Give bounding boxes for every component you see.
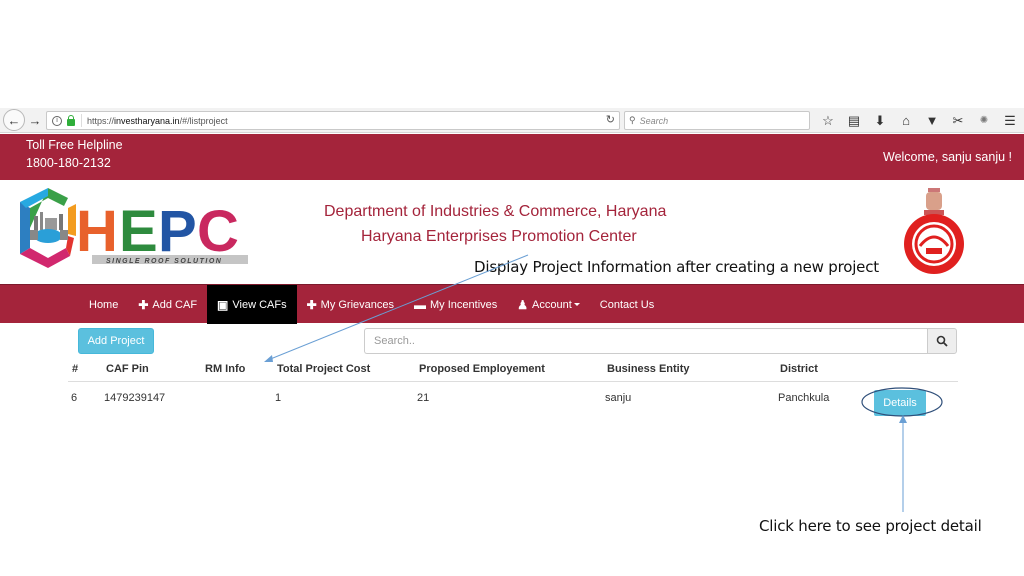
- haryana-emblem: [904, 188, 964, 274]
- url-text: https://investharyana.in/#/listproject: [87, 116, 228, 126]
- nav-contact-us[interactable]: Contact Us: [590, 285, 664, 324]
- emblem-center: [926, 248, 942, 254]
- plus-icon: ✚: [306, 297, 317, 312]
- forward-button[interactable]: →: [27, 111, 43, 129]
- annotation-display-info: Display Project Information after creati…: [474, 258, 879, 276]
- logo-letter-e: E: [119, 199, 158, 264]
- col-proposed-employment: Proposed Employement: [419, 363, 545, 375]
- logo-letter-h: H: [76, 199, 118, 264]
- emblem-lions-top: [928, 188, 940, 192]
- browser-toolbar: ← → i https://investharyana.in/#/listpro…: [0, 108, 1024, 133]
- col-business-entity: Business Entity: [607, 363, 690, 375]
- nav-home-label: Home: [89, 298, 119, 311]
- logo-letter-p: P: [158, 199, 197, 264]
- logo-hex-cyan: [20, 188, 48, 208]
- nav-account[interactable]: ♟ Account: [507, 285, 590, 324]
- search-icon: ⚲: [629, 115, 636, 125]
- screenshot-icon[interactable]: ✂: [945, 113, 971, 129]
- logo-factory-chimney-2: [59, 214, 63, 230]
- logo-factory: [34, 216, 38, 230]
- annotation-click-details: Click here to see project detail: [759, 517, 982, 535]
- welcome-message: Welcome, sanju sanju !: [883, 150, 1012, 164]
- reading-list-icon[interactable]: ▤: [841, 113, 867, 129]
- lock-icon: [67, 114, 75, 126]
- nav-add-caf-label: Add CAF: [152, 298, 198, 311]
- helpline-number: 1800-180-2132: [26, 156, 111, 170]
- col-district: District: [780, 363, 818, 375]
- browser-toolbar-icons: ☆ ▤ ⬇ ⌂ ▼ ✂ ✺ ☰: [815, 110, 1023, 131]
- url-prefix: https://: [87, 115, 115, 126]
- url-domain: investharyana.in: [114, 115, 180, 126]
- table-row: 6 1479239147 1 21 sanju Panchkula Detail…: [68, 382, 958, 416]
- url-path: /#/listproject: [179, 115, 228, 126]
- logo-sleeve-right: [60, 230, 68, 240]
- logo-sleeve-left: [30, 230, 38, 240]
- cell-total-project-cost: 1: [275, 392, 282, 404]
- center-title: Haryana Enterprises Promotion Center: [361, 228, 637, 245]
- nav-contact-us-label: Contact Us: [599, 298, 655, 311]
- arrow-head-icon: [899, 415, 907, 423]
- cell-proposed-employment: 21: [417, 392, 430, 404]
- nav-home[interactable]: Home: [79, 285, 128, 324]
- table-header: # CAF Pin RM Info Total Project Cost Pro…: [68, 356, 958, 382]
- nav-items: Home ✚ Add CAF ▣ View CAFs ✚ My Grievanc…: [79, 285, 664, 324]
- col-rm-info: RM Info: [205, 363, 246, 375]
- logo-handshake: [34, 229, 62, 243]
- menu-icon[interactable]: ☰: [997, 113, 1023, 129]
- nav-view-cafs-label: View CAFs: [232, 298, 287, 311]
- inbox-icon: ▣: [217, 297, 229, 312]
- nav-view-cafs[interactable]: ▣ View CAFs: [207, 285, 297, 324]
- caret-down-icon: [573, 303, 580, 306]
- star-icon[interactable]: ☆: [815, 113, 841, 129]
- nav-add-caf[interactable]: ✚ Add CAF: [128, 285, 207, 324]
- divider: [81, 114, 82, 127]
- arrow-left-icon: ←: [7, 112, 21, 128]
- browser-search-bar[interactable]: ⚲ Search: [624, 111, 810, 130]
- download-icon[interactable]: ⬇: [867, 113, 893, 129]
- search-button[interactable]: [927, 328, 957, 354]
- browser-search-placeholder: Search: [639, 115, 669, 126]
- nav-my-incentives[interactable]: ▬ My Incentives: [404, 285, 507, 324]
- col-caf-pin: CAF Pin: [106, 363, 149, 375]
- helpline-bar: Toll Free Helpline 1800-180-2132 Welcome…: [0, 134, 1024, 180]
- col-number: #: [72, 363, 79, 375]
- details-button[interactable]: Details: [874, 390, 926, 416]
- col-total-project-cost: Total Project Cost: [277, 363, 371, 375]
- cell-caf-pin: 1479239147: [104, 392, 166, 404]
- logo-factory-building: [45, 218, 57, 230]
- extension-icon[interactable]: ✺: [971, 115, 997, 126]
- search-icon: [936, 335, 948, 347]
- nav-my-incentives-label: My Incentives: [430, 298, 498, 311]
- add-project-button[interactable]: Add Project: [78, 328, 154, 354]
- cell-business-entity: sanju: [605, 392, 632, 404]
- logo-hex-pink: [20, 248, 70, 268]
- logo-hex-blue: [20, 202, 30, 254]
- nav-account-label: Account: [532, 298, 572, 311]
- logo-letter-c: C: [197, 199, 239, 264]
- cell-id: 6: [71, 392, 78, 404]
- url-bar[interactable]: i https://investharyana.in/#/listproject…: [46, 111, 620, 130]
- plus-icon: ✚: [138, 297, 149, 312]
- emblem-lions: [926, 192, 942, 210]
- project-search-input[interactable]: [364, 328, 928, 354]
- nav-my-grievances-label: My Grievances: [320, 298, 395, 311]
- logo-hex-orange: [68, 204, 76, 236]
- hepc-logo[interactable]: H E P C SINGLE ROOF SOLUTION: [16, 186, 250, 270]
- reload-icon[interactable]: ↻: [606, 113, 615, 126]
- dept-title: Department of Industries & Commerce, Har…: [324, 203, 667, 220]
- arrow-right-icon: →: [28, 112, 42, 128]
- cell-district: Panchkula: [778, 392, 830, 404]
- info-icon[interactable]: i: [52, 115, 62, 126]
- nav-my-grievances[interactable]: ✚ My Grievances: [297, 285, 404, 324]
- user-icon: ♟: [517, 297, 529, 312]
- main-navbar: Home ✚ Add CAF ▣ View CAFs ✚ My Grievanc…: [0, 284, 1024, 324]
- logo-tagline: SINGLE ROOF SOLUTION: [106, 258, 222, 265]
- folder-icon: ▬: [414, 297, 427, 312]
- emblem-inner-ring: [912, 222, 956, 266]
- home-icon[interactable]: ⌂: [893, 113, 919, 128]
- back-button[interactable]: ←: [3, 109, 25, 131]
- pocket-icon[interactable]: ▼: [919, 113, 945, 128]
- logo-factory-chimney: [40, 212, 43, 230]
- helpline-title: Toll Free Helpline: [26, 138, 123, 152]
